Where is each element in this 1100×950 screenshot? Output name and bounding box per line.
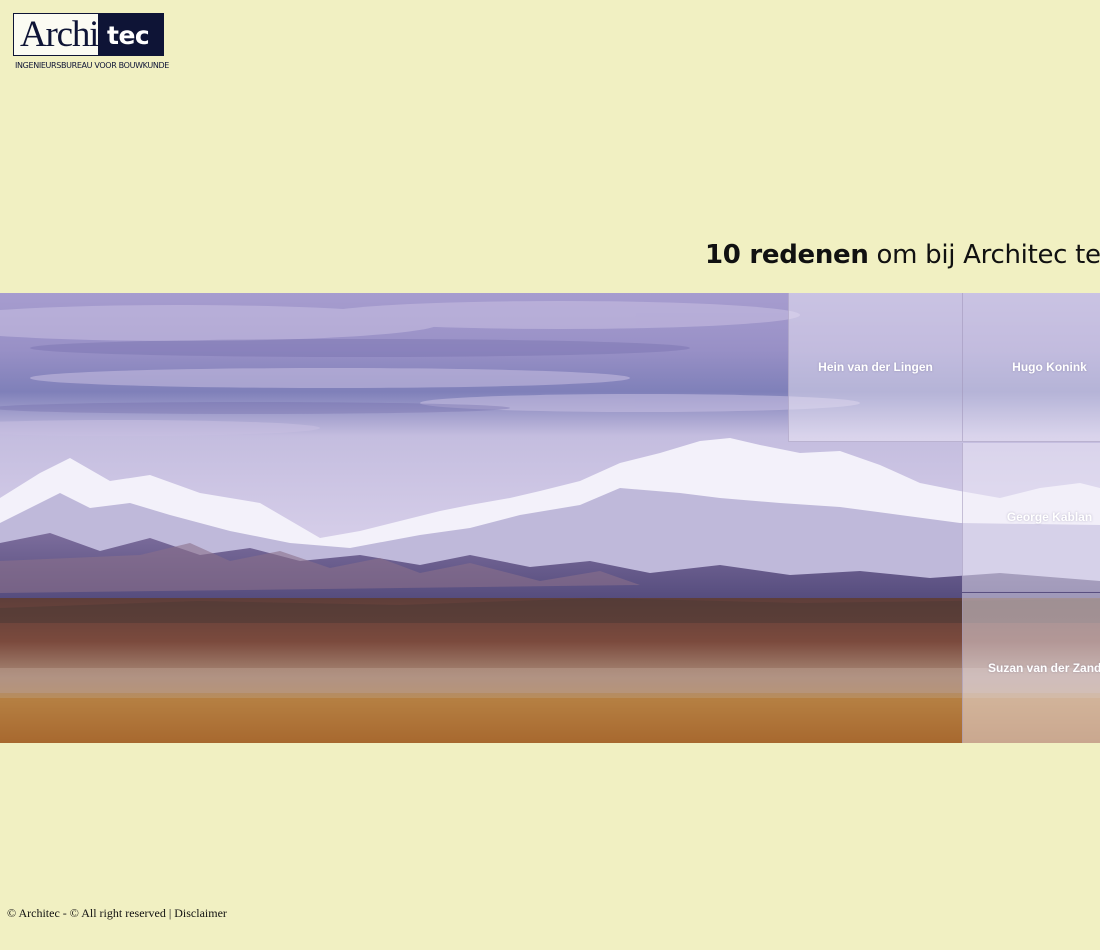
team-banner: Hein van der Lingen Hugo Konink George K…	[0, 293, 1100, 743]
heading-rest: om bij Architec te we	[876, 240, 1100, 270]
team-tile-hugo[interactable]: Hugo Konink	[962, 293, 1100, 442]
logo-mark: Archi tec	[13, 13, 164, 56]
team-tile-george[interactable]: George Kablan	[962, 443, 1100, 592]
team-name: George Kablan	[1006, 510, 1093, 524]
page: Archi tec INGENIEURSBUREAU VOOR BOUWKUND…	[0, 0, 1100, 950]
team-name: Hugo Konink	[1012, 360, 1087, 374]
heading-bold: 10 redenen	[705, 240, 869, 270]
footer-copyright: © Architec - © All right reserved	[7, 906, 166, 920]
footer-separator: |	[168, 906, 172, 920]
logo-tagline: INGENIEURSBUREAU VOOR BOUWKUNDE	[15, 61, 169, 70]
page-heading: 10 redenen om bij Architec te we	[705, 238, 1100, 272]
team-tile-suzan[interactable]: Suzan van der Zande	[962, 593, 1100, 743]
team-name: Hein van der Lingen	[818, 360, 933, 374]
architec-logo[interactable]: Archi tec INGENIEURSBUREAU VOOR BOUWKUND…	[13, 13, 183, 73]
team-name: Suzan van der Zande	[988, 661, 1100, 675]
logo-text-dark: tec	[107, 21, 150, 50]
logo-text-light: Archi	[20, 14, 99, 55]
disclaimer-link[interactable]: Disclaimer	[174, 906, 227, 920]
team-tile-hein[interactable]: Hein van der Lingen	[788, 293, 962, 442]
footer: © Architec - © All right reserved | Disc…	[7, 906, 227, 921]
